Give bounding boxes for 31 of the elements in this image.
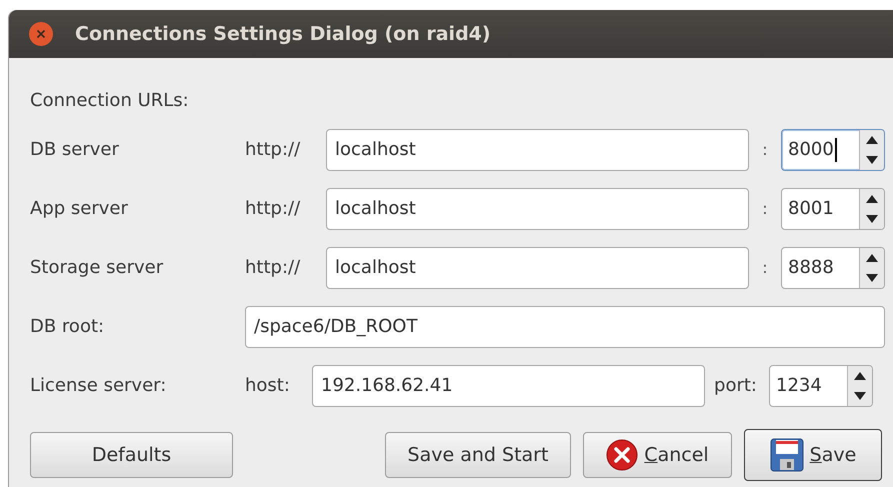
close-icon[interactable]: [29, 22, 53, 46]
field-label: Storage server: [30, 257, 164, 278]
scheme-label: http://: [245, 139, 302, 160]
field-label: License server:: [30, 375, 166, 396]
scheme-label: http://: [245, 198, 302, 219]
scheme-label: http://: [245, 257, 302, 278]
separator-label: :: [761, 258, 769, 277]
separator-label: :: [761, 140, 769, 159]
port-spinbox[interactable]: 8888: [781, 246, 885, 288]
host-field[interactable]: localhost: [326, 128, 749, 170]
section-label: Connection URLs:: [30, 88, 190, 112]
separator-label: :: [761, 199, 769, 218]
field-label: App server: [30, 198, 128, 219]
close-icon: [606, 439, 638, 471]
host-field[interactable]: localhost: [326, 188, 749, 230]
port-label: port:: [713, 375, 758, 396]
text-cursor: [834, 138, 837, 162]
window-title: Connections Settings Dialog (on raid4): [75, 23, 491, 45]
save-button[interactable]: Save: [744, 429, 882, 481]
host-field[interactable]: localhost: [326, 246, 749, 288]
action-button[interactable]: Save and Start: [385, 432, 571, 478]
host-field[interactable]: 192.168.62.41: [312, 364, 705, 406]
field-label: DB root:: [30, 316, 104, 337]
port-spinbox[interactable]: 8001: [781, 188, 885, 230]
host-label: host:: [245, 375, 291, 396]
field-label: DB server: [30, 139, 119, 160]
cancel-button[interactable]: Cancel: [583, 432, 732, 478]
path-field[interactable]: /space6/DB_ROOT: [245, 306, 885, 348]
action-button[interactable]: Defaults: [30, 432, 233, 478]
port-spinbox[interactable]: 1234: [769, 364, 873, 406]
port-spinbox[interactable]: 8000: [781, 128, 885, 170]
